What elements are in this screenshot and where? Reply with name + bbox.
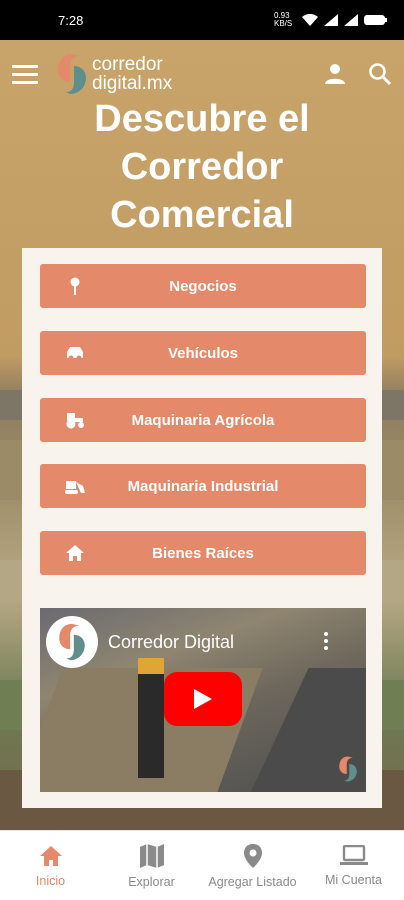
status-time: 7:28	[58, 12, 84, 28]
laptop-icon	[339, 844, 368, 865]
map-pin-icon	[70, 277, 80, 295]
video-title[interactable]: Corredor Digital	[108, 632, 234, 653]
home-icon	[39, 845, 62, 866]
nav-label: Inicio	[35, 873, 66, 888]
signal-icon-2	[344, 14, 358, 26]
location-icon	[243, 843, 262, 868]
home-icon	[66, 545, 84, 561]
nav-label: Agregar Listado	[208, 874, 297, 889]
more-options-icon[interactable]	[324, 632, 330, 650]
nav-item-mi-cuenta[interactable]: Mi Cuenta	[303, 831, 404, 900]
category-label: Maquinaria Agrícola	[131, 411, 275, 429]
category-button-vehiculos[interactable]: Vehículos	[40, 331, 366, 375]
network-speed: 0.93 KB/S	[274, 11, 293, 28]
logo-mark-icon	[58, 54, 86, 94]
nav-item-inicio[interactable]: Inicio	[0, 831, 101, 900]
video-thumbnail-sign	[138, 658, 164, 778]
signal-icon	[324, 14, 338, 26]
hero-title: Descubre el Corredor Comercial	[94, 98, 310, 236]
video-player[interactable]: Corredor Digital	[40, 608, 366, 792]
category-label: Bienes Raíces	[152, 544, 254, 562]
logo-text: corredor digital.mx	[92, 54, 173, 94]
play-button[interactable]	[164, 672, 242, 726]
menu-button[interactable]	[12, 59, 42, 89]
category-label: Vehículos	[167, 344, 239, 362]
category-button-maquinaria-industrial[interactable]: Maquinaria Industrial	[40, 464, 366, 508]
play-icon	[194, 689, 212, 709]
nav-item-explorar[interactable]: Explorar	[101, 831, 202, 900]
battery-icon	[364, 15, 387, 25]
tractor-icon	[66, 413, 84, 429]
map-icon	[139, 843, 164, 868]
logo[interactable]: corredor digital.mx	[56, 52, 172, 96]
category-label: Maquinaria Industrial	[127, 477, 279, 495]
bottom-navigation: Inicio Explorar Agregar Listado Mi Cuent…	[0, 830, 404, 900]
wifi-icon	[302, 14, 318, 26]
nav-item-agregar-listado[interactable]: Agregar Listado	[202, 831, 303, 900]
category-button-bienes-raices[interactable]: Bienes Raíces	[40, 531, 366, 575]
nav-label: Explorar	[128, 874, 175, 889]
watermark-logo-icon	[339, 756, 357, 782]
user-icon[interactable]	[324, 63, 346, 85]
category-label: Negocios	[169, 277, 237, 295]
category-card: Negocios Vehículos Maquinaria Agrícola M…	[22, 248, 382, 808]
nav-label: Mi Cuenta	[325, 872, 382, 887]
status-bar: 7:28 0.93 KB/S	[0, 0, 404, 40]
excavator-icon	[65, 481, 85, 494]
channel-avatar[interactable]	[46, 616, 98, 668]
car-icon	[67, 347, 83, 361]
logo-mark-icon	[59, 623, 85, 661]
category-button-maquinaria-agricola[interactable]: Maquinaria Agrícola	[40, 398, 366, 442]
category-button-negocios[interactable]: Negocios	[40, 264, 366, 308]
search-icon[interactable]	[368, 62, 392, 86]
